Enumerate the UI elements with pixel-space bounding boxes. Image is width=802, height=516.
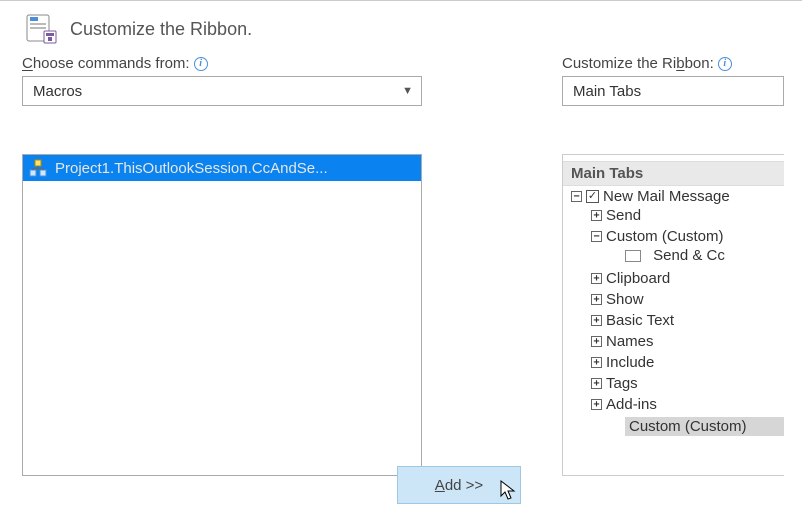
expand-icon[interactable]: + xyxy=(591,315,602,326)
tree-node-custom[interactable]: −Custom (Custom) xyxy=(591,228,784,245)
customize-ribbon-combo[interactable]: Main Tabs xyxy=(562,76,784,106)
tree-leaf-send-cc[interactable]: Send & Cc xyxy=(611,247,784,264)
choose-commands-label: Choose commands from: i xyxy=(22,55,422,72)
ribbon-tree[interactable]: Main Tabs − ✓ New Mail Message +Send −Cu… xyxy=(562,154,784,476)
tree-root-label: Main Tabs xyxy=(563,161,784,186)
add-button[interactable]: Add >> xyxy=(397,466,521,504)
tree-node-names[interactable]: +Names xyxy=(591,333,784,350)
tree-node-show[interactable]: +Show xyxy=(591,291,784,308)
tree-node-addins[interactable]: +Add-ins xyxy=(591,396,784,413)
macro-icon xyxy=(29,159,47,177)
command-icon xyxy=(625,250,641,262)
collapse-icon[interactable]: − xyxy=(571,191,582,202)
tree-node-basic-text[interactable]: +Basic Text xyxy=(591,312,784,329)
tree-node-send[interactable]: +Send xyxy=(591,207,784,224)
tree-node-custom-2[interactable]: Custom (Custom) xyxy=(625,417,784,436)
commands-list[interactable]: Project1.ThisOutlookSession.CcAndSe... xyxy=(22,154,422,476)
choose-commands-value: Macros xyxy=(33,83,82,100)
expand-icon[interactable]: + xyxy=(591,399,602,410)
expand-icon[interactable]: + xyxy=(591,210,602,221)
customize-ribbon-label: Customize the Ribbon: i xyxy=(562,55,784,72)
checkbox-checked-icon[interactable]: ✓ xyxy=(586,190,599,203)
tree-node-include[interactable]: +Include xyxy=(591,354,784,371)
info-icon[interactable]: i xyxy=(718,57,732,71)
expand-icon[interactable]: + xyxy=(591,273,602,284)
expand-icon[interactable]: + xyxy=(591,378,602,389)
ribbon-customize-icon xyxy=(24,13,58,45)
page-title: Customize the Ribbon. xyxy=(70,19,252,40)
macro-item-label: Project1.ThisOutlookSession.CcAndSe... xyxy=(55,160,328,177)
tree-node-new-mail[interactable]: − ✓ New Mail Message xyxy=(571,188,784,205)
tree-node-tags[interactable]: +Tags xyxy=(591,375,784,392)
chevron-down-icon: ▼ xyxy=(402,85,413,97)
expand-icon[interactable]: + xyxy=(591,357,602,368)
info-icon[interactable]: i xyxy=(194,57,208,71)
expand-icon[interactable]: + xyxy=(591,336,602,347)
macro-list-item[interactable]: Project1.ThisOutlookSession.CcAndSe... xyxy=(23,155,421,181)
tree-node-clipboard[interactable]: +Clipboard xyxy=(591,270,784,287)
collapse-icon[interactable]: − xyxy=(591,231,602,242)
choose-commands-combo[interactable]: Macros ▼ xyxy=(22,76,422,106)
expand-icon[interactable]: + xyxy=(591,294,602,305)
customize-ribbon-value: Main Tabs xyxy=(573,83,641,100)
